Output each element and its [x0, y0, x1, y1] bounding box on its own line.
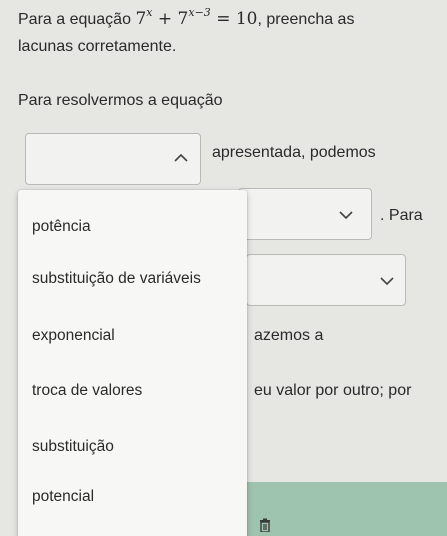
body-line-7-fragment: azemos a [254, 327, 324, 344]
chevron-up-icon [174, 154, 188, 162]
trash-icon[interactable] [258, 518, 272, 532]
blank-select-2[interactable] [238, 188, 372, 240]
bottom-bar [246, 482, 447, 536]
question-suffix: , preencha as [257, 11, 355, 28]
question-prefix: Para a equação [18, 11, 131, 28]
dropdown-option-substituicao-de-variaveis[interactable]: substituição de variáveis [32, 270, 201, 288]
dropdown-menu: potência substituição de variáveis expon… [18, 190, 247, 536]
question-page: Para a equação 7x + 7x−3 = 10, preencha … [0, 0, 447, 536]
dropdown-option-troca-de-valores[interactable]: troca de valores [32, 382, 142, 400]
blank-select-3[interactable] [246, 254, 406, 306]
blank-select-1[interactable] [25, 133, 201, 185]
question-line-1: Para a equação 7x + 7x−3 = 10, preencha … [18, 6, 354, 29]
body-line-4: apresentada, podemos [212, 144, 376, 161]
dropdown-option-potencial[interactable]: potencial [32, 488, 94, 506]
chevron-down-icon [339, 211, 353, 219]
chevron-down-icon [380, 277, 394, 285]
dropdown-option-substituicao[interactable]: substituição [32, 438, 114, 456]
body-line-8-fragment: eu valor por outro; por [254, 382, 412, 399]
body-line-3: Para resolvermos a equação [18, 92, 223, 109]
equation: 7x + 7x−3 = 10 [135, 6, 258, 29]
question-line-2: lacunas corretamente. [18, 38, 177, 55]
dropdown-option-exponencial[interactable]: exponencial [32, 327, 115, 345]
body-line-5: . Para [380, 207, 423, 224]
dropdown-option-potencia[interactable]: potência [32, 218, 91, 236]
